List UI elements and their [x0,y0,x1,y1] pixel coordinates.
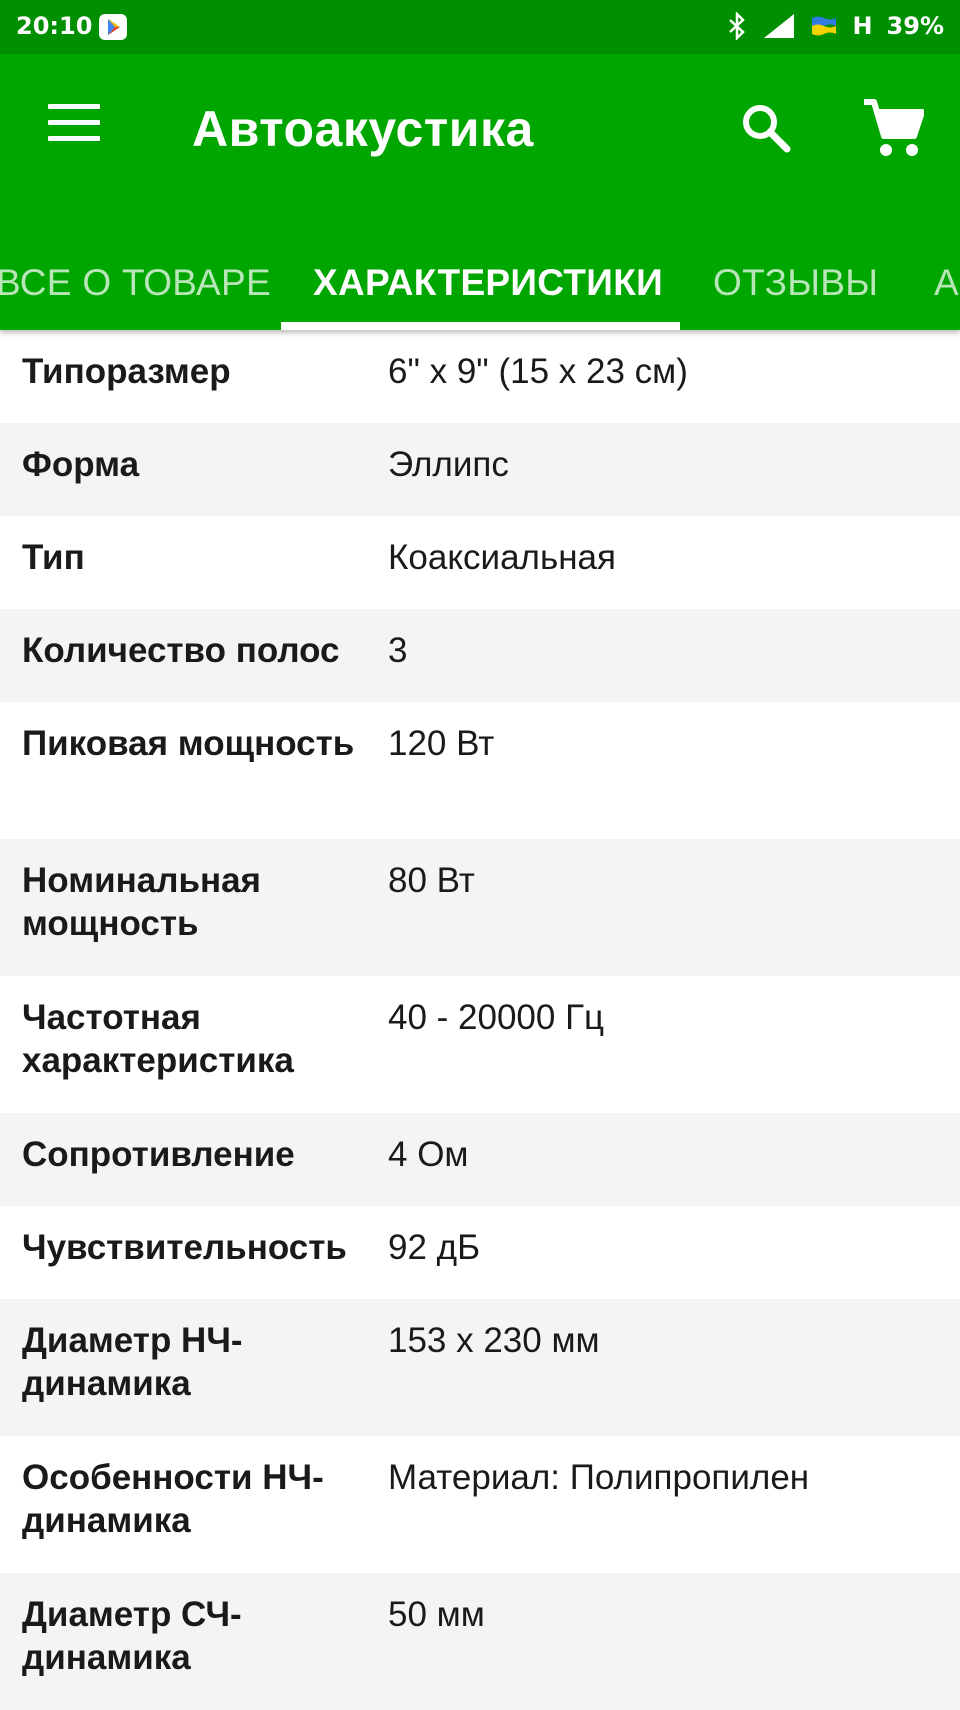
spec-row: Сопротивление 4 Ом [0,1113,960,1206]
spec-row: Чувствительность 92 дБ [0,1206,960,1299]
spec-row: Номинальная мощность 80 Вт [0,839,960,976]
spec-row: Тип Коаксиальная [0,516,960,609]
spec-row: Типоразмер 6" x 9" (15 x 23 см) [0,330,960,423]
spec-row: Особенности НЧ-динамика Материал: Полипр… [0,1436,960,1573]
spec-label: Особенности НЧ-динамика [22,1458,324,1540]
app-bar: Автоакустика ВСЕ О ТОВАРЕ ХАРАКТЕРИСТИКИ… [0,54,960,330]
play-store-icon [99,14,127,40]
status-right: H 39% [726,12,944,40]
spec-label: Сопротивление [22,1135,295,1174]
spec-row: Частотная характеристика 40 - 20000 Гц [0,976,960,1113]
spec-label: Номинальная мощность [22,861,261,943]
search-icon[interactable] [740,102,792,154]
spec-label: Тип [22,538,85,577]
spec-value: Эллипс [388,445,509,484]
spec-value: 50 мм [388,1595,485,1634]
spec-row: Диаметр СЧ-динамика 50 мм [0,1573,960,1710]
spec-value: Коаксиальная [388,538,616,577]
tab-more[interactable]: А [934,244,959,330]
page-title: Автоакустика [192,101,534,157]
status-time: 20:10 [16,12,93,40]
spec-label: Форма [22,445,140,484]
spec-value: 80 Вт [388,861,475,900]
bluetooth-icon [729,12,746,40]
tab-reviews[interactable]: ОТЗЫВЫ [713,244,878,330]
ukraine-flag-icon [812,16,837,36]
spec-label: Диаметр СЧ-динамика [22,1595,242,1677]
spec-value: 120 Вт [388,724,495,763]
specs-table: Типоразмер 6" x 9" (15 x 23 см) Форма Эл… [0,330,960,1710]
spec-label: Чувствительность [22,1228,347,1267]
signal-icon [764,14,795,38]
tab-all-about-product[interactable]: ВСЕ О ТОВАРЕ [0,244,271,330]
spec-label: Количество полос [22,631,340,670]
spec-row: Форма Эллипс [0,423,960,516]
spec-value: 3 [388,631,408,670]
active-tab-indicator [281,322,680,330]
spec-label: Диаметр НЧ-динамика [22,1321,243,1403]
spec-row: Пиковая мощность 120 Вт [0,702,960,839]
spec-value: 6" x 9" (15 x 23 см) [388,352,688,391]
cart-icon[interactable] [862,98,924,158]
menu-icon[interactable] [48,104,100,144]
status-bar: 20:10 H 39% [0,0,960,54]
battery-level: 39% [886,12,944,40]
network-type: H [852,12,873,40]
spec-value: 153 x 230 мм [388,1321,600,1360]
spec-label: Типоразмер [22,352,231,391]
spec-value: 40 - 20000 Гц [388,998,605,1037]
spec-row: Количество полос 3 [0,609,960,702]
spec-label: Пиковая мощность [22,724,355,763]
tab-characteristics[interactable]: ХАРАКТЕРИСТИКИ [313,244,663,330]
spec-label: Частотная характеристика [22,998,294,1080]
spec-value: 92 дБ [388,1228,481,1267]
spec-value: Материал: Полипропилен [388,1458,810,1497]
tab-bar: ВСЕ О ТОВАРЕ ХАРАКТЕРИСТИКИ ОТЗЫВЫ А [0,244,960,330]
spec-row: Диаметр НЧ-динамика 153 x 230 мм [0,1299,960,1436]
spec-value: 4 Ом [388,1135,469,1174]
